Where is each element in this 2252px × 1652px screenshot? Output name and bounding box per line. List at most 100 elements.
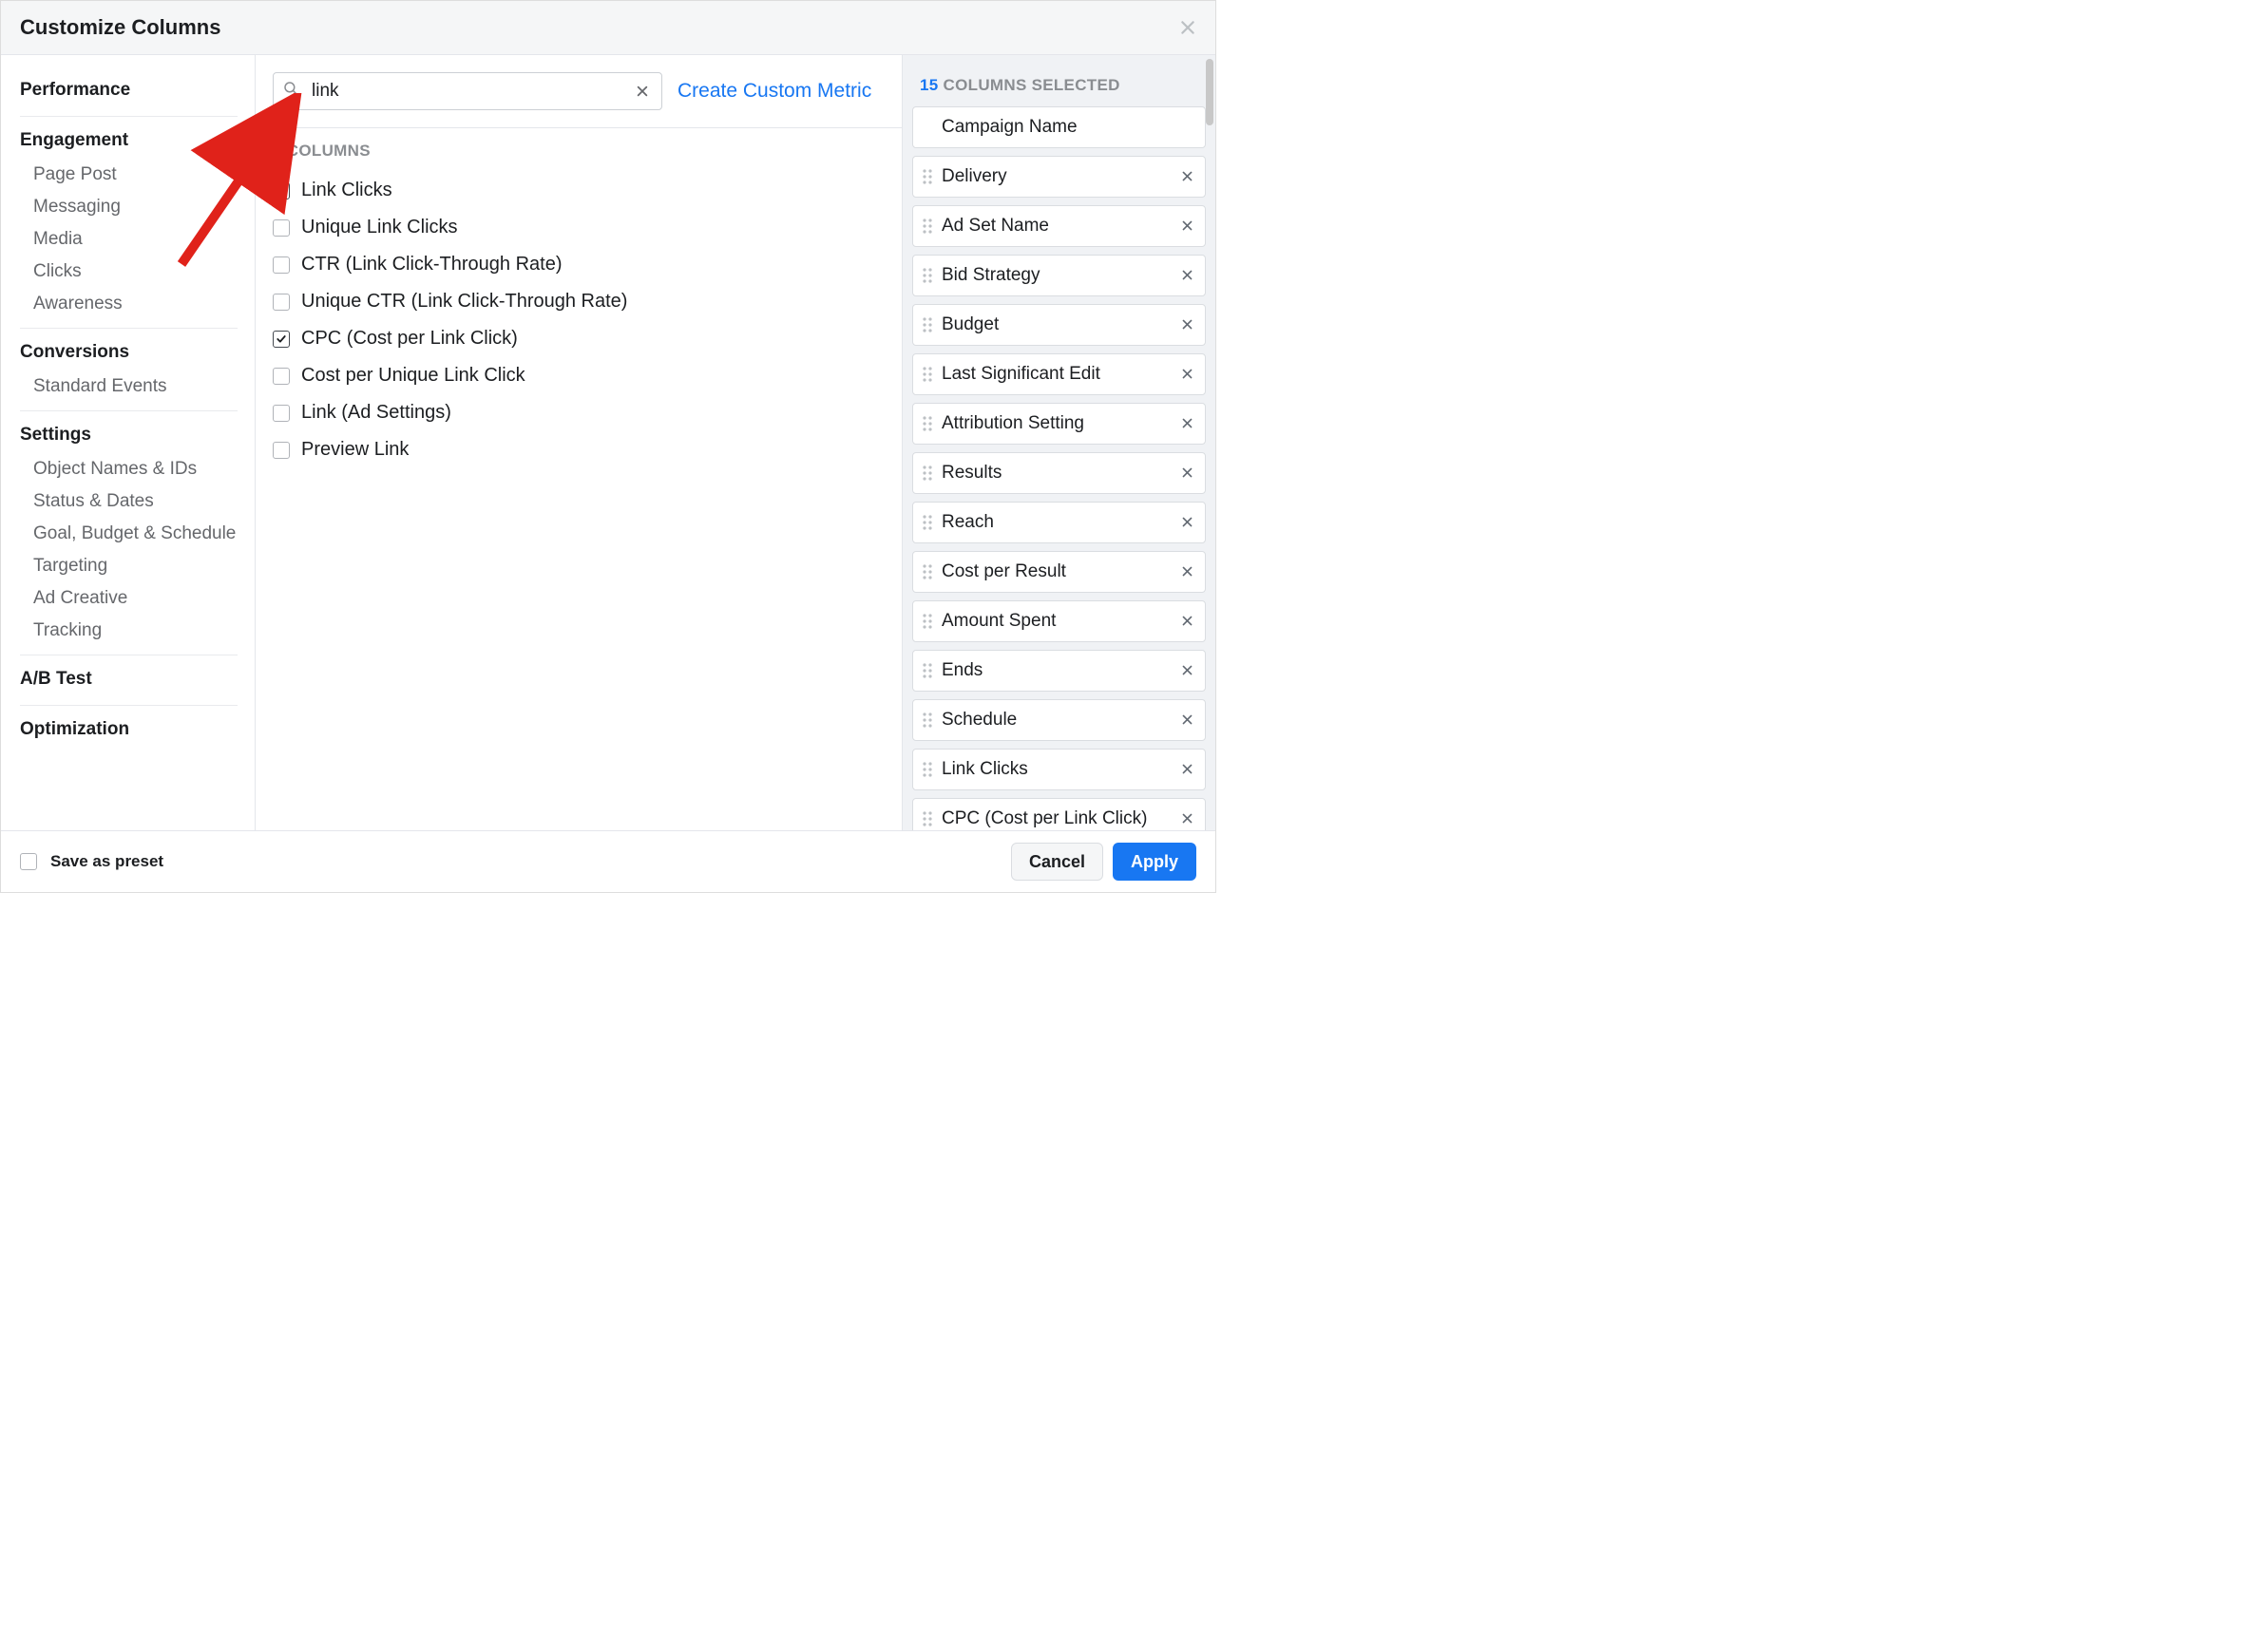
save-as-preset[interactable]: Save as preset — [20, 852, 163, 871]
drag-handle-icon[interactable] — [919, 712, 936, 729]
drag-handle-icon[interactable] — [919, 465, 936, 482]
remove-column-button[interactable] — [1177, 560, 1197, 585]
selected-column-item[interactable]: Campaign Name — [912, 106, 1206, 148]
sidebar-category[interactable]: A/B Test — [20, 659, 238, 697]
column-option-checkbox[interactable] — [273, 256, 290, 274]
drag-handle-icon[interactable] — [919, 316, 936, 333]
selected-column-item[interactable]: Ends — [912, 650, 1206, 692]
drag-handle-icon[interactable] — [919, 810, 936, 827]
footer-button-row: Cancel Apply — [1011, 843, 1196, 881]
drag-handle-icon[interactable] — [919, 415, 936, 432]
selected-column-item[interactable]: Last Significant Edit — [912, 353, 1206, 395]
selected-column-item[interactable]: Results — [912, 452, 1206, 494]
sidebar-item[interactable]: Awareness — [20, 288, 238, 320]
remove-column-button[interactable] — [1177, 510, 1197, 536]
sidebar-category[interactable]: Settings — [20, 415, 238, 453]
close-icon — [1181, 660, 1193, 681]
selected-column-item[interactable]: Attribution Setting — [912, 403, 1206, 445]
remove-column-button[interactable] — [1177, 609, 1197, 635]
sidebar-item[interactable]: Clicks — [20, 256, 238, 288]
selected-column-label: Campaign Name — [942, 117, 1172, 138]
drag-handle-icon[interactable] — [919, 613, 936, 630]
divider — [20, 328, 238, 329]
sidebar-item[interactable]: Messaging — [20, 191, 238, 223]
selected-column-item[interactable]: Amount Spent — [912, 600, 1206, 642]
column-option[interactable]: Link (Ad Settings) — [273, 394, 885, 431]
column-option-checkbox[interactable] — [273, 368, 290, 385]
selected-column-item[interactable]: Budget — [912, 304, 1206, 346]
column-option-checkbox[interactable] — [273, 442, 290, 459]
column-option[interactable]: Link Clicks — [273, 172, 885, 209]
column-option-checkbox[interactable] — [273, 331, 290, 348]
close-icon — [1181, 808, 1193, 829]
sidebar-item[interactable]: Goal, Budget & Schedule — [20, 518, 238, 550]
sidebar-category[interactable]: Engagement — [20, 121, 238, 159]
remove-column-button[interactable] — [1177, 461, 1197, 486]
sidebar-item[interactable]: Object Names & IDs — [20, 453, 238, 485]
clear-search-button[interactable] — [628, 75, 657, 107]
column-option[interactable]: Preview Link — [273, 431, 885, 468]
close-icon — [1181, 413, 1193, 434]
cancel-button[interactable]: Cancel — [1011, 843, 1103, 881]
selected-column-item[interactable]: Delivery — [912, 156, 1206, 198]
column-option-checkbox[interactable] — [273, 219, 290, 237]
columns-count: 8 COLUMNS — [256, 128, 902, 166]
remove-column-button[interactable] — [1177, 362, 1197, 388]
column-option[interactable]: CPC (Cost per Link Click) — [273, 320, 885, 357]
column-option-checkbox[interactable] — [273, 294, 290, 311]
sidebar-item[interactable]: Status & Dates — [20, 485, 238, 518]
scrollbar[interactable] — [1206, 59, 1213, 125]
sidebar-category[interactable]: Performance — [20, 74, 238, 108]
close-button[interactable] — [1179, 14, 1196, 41]
remove-column-button[interactable] — [1177, 411, 1197, 437]
save-as-preset-checkbox[interactable] — [20, 853, 37, 870]
sidebar-item[interactable]: Targeting — [20, 550, 238, 582]
selected-column-label: Attribution Setting — [942, 413, 1172, 434]
selected-count-number: 15 — [920, 76, 939, 94]
dialog-body: Performance EngagementPage PostMessagingM… — [1, 55, 1215, 830]
selected-column-item[interactable]: Link Clicks — [912, 749, 1206, 790]
drag-handle-icon[interactable] — [919, 514, 936, 531]
column-option-checkbox[interactable] — [273, 182, 290, 199]
column-option[interactable]: Cost per Unique Link Click — [273, 357, 885, 394]
selected-column-label: Last Significant Edit — [942, 364, 1172, 385]
column-option-label: Unique CTR (Link Click-Through Rate) — [301, 291, 627, 313]
remove-column-button[interactable] — [1177, 214, 1197, 239]
drag-handle-icon[interactable] — [919, 267, 936, 284]
selected-column-item[interactable]: Reach — [912, 502, 1206, 543]
column-option-checkbox[interactable] — [273, 405, 290, 422]
column-option[interactable]: Unique CTR (Link Click-Through Rate) — [273, 283, 885, 320]
search-input[interactable] — [273, 72, 662, 110]
drag-handle-icon[interactable] — [919, 366, 936, 383]
drag-handle-icon[interactable] — [919, 563, 936, 580]
drag-handle-icon[interactable] — [919, 218, 936, 235]
sidebar-item[interactable]: Tracking — [20, 615, 238, 647]
close-icon — [1181, 512, 1193, 533]
remove-column-button[interactable] — [1177, 757, 1197, 783]
selected-column-item[interactable]: CPC (Cost per Link Click) — [912, 798, 1206, 830]
create-custom-metric-link[interactable]: Create Custom Metric — [678, 80, 871, 103]
drag-handle-icon[interactable] — [919, 761, 936, 778]
apply-button[interactable]: Apply — [1113, 843, 1196, 881]
selected-column-item[interactable]: Ad Set Name — [912, 205, 1206, 247]
selected-column-item[interactable]: Bid Strategy — [912, 255, 1206, 296]
remove-column-button[interactable] — [1177, 658, 1197, 684]
sidebar-item[interactable]: Ad Creative — [20, 582, 238, 615]
selected-column-item[interactable]: Schedule — [912, 699, 1206, 741]
column-option[interactable]: Unique Link Clicks — [273, 209, 885, 246]
remove-column-button[interactable] — [1177, 164, 1197, 190]
drag-handle-icon[interactable] — [919, 168, 936, 185]
remove-column-button[interactable] — [1177, 263, 1197, 289]
sidebar-category[interactable]: Conversions — [20, 332, 238, 370]
remove-column-button[interactable] — [1177, 313, 1197, 338]
sidebar-item[interactable]: Page Post — [20, 159, 238, 191]
sidebar-item[interactable]: Standard Events — [20, 370, 238, 403]
selected-column-item[interactable]: Cost per Result — [912, 551, 1206, 593]
remove-column-button[interactable] — [1177, 807, 1197, 831]
remove-column-button[interactable] — [1177, 708, 1197, 733]
drag-handle-icon[interactable] — [919, 662, 936, 679]
close-icon — [1179, 12, 1196, 42]
sidebar-category[interactable]: Optimization — [20, 710, 238, 748]
column-option[interactable]: CTR (Link Click-Through Rate) — [273, 246, 885, 283]
sidebar-item[interactable]: Media — [20, 223, 238, 256]
